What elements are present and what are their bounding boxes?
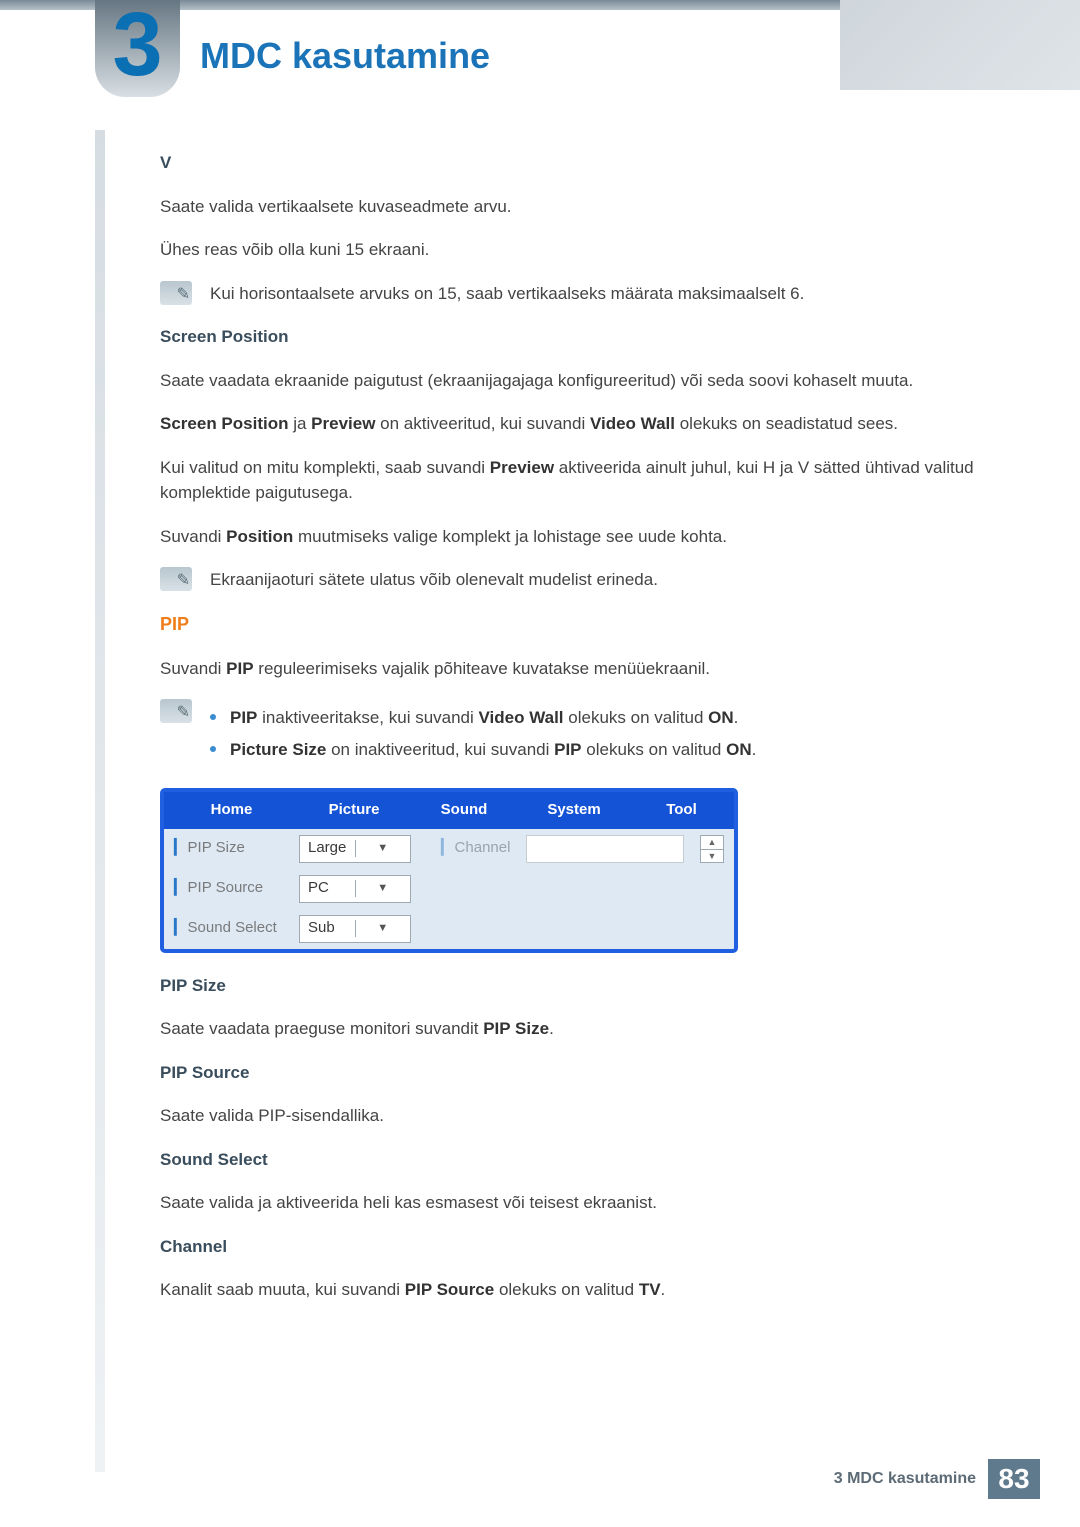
note-icon [160,567,192,591]
heading-screen-position: Screen Position [160,324,980,350]
heading-channel: Channel [160,1234,980,1260]
page: 3 MDC kasutamine V Saate valida vertikaa… [0,0,1080,1527]
label-pip-source: PIP Source [174,877,289,900]
chapter-title: MDC kasutamine [200,35,490,77]
select-sound-select[interactable]: Sub▼ [299,915,411,943]
note-icon [160,281,192,305]
body-text: Saate valida vertikaalsete kuvaseadmete … [160,194,980,220]
footer: 3 MDC kasutamine 83 [834,1459,1040,1499]
body-text: Kui valitud on mitu komplekti, saab suva… [160,455,980,506]
bullet: Picture Size on inaktiveeritud, kui suva… [210,737,980,763]
select-pip-size[interactable]: Large▼ [299,835,411,863]
body-text: Suvandi PIP reguleerimiseks vajalik põhi… [160,656,980,682]
section-pip: PIP [160,611,980,638]
body-text: Suvandi Position muutmiseks valige kompl… [160,524,980,550]
chapter-badge: 3 [95,0,180,97]
footer-text: 3 MDC kasutamine [834,1470,988,1488]
chevron-down-icon: ▼ [355,880,411,897]
chevron-down-icon: ▼ [701,850,723,863]
note: Kui horisontaalsete arvuks on 15, saab v… [160,281,980,307]
content: V Saate valida vertikaalsete kuvaseadmet… [160,150,980,1303]
tab-tool[interactable]: Tool [629,792,734,829]
note: Ekraanijaoturi sätete ulatus võib olenev… [160,567,980,593]
body-text: Saate vaadata praeguse monitori suvandit… [160,1016,980,1042]
chevron-up-icon: ▲ [701,836,723,850]
note-icon [160,699,192,723]
tab-sound[interactable]: Sound [409,792,519,829]
tab-picture[interactable]: Picture [299,792,409,829]
page-header: 3 MDC kasutamine [0,0,1080,130]
bullet: PIP inaktiveeritakse, kui suvandi Video … [210,705,980,731]
tab-home[interactable]: Home [164,792,299,829]
select-pip-source[interactable]: PC▼ [299,875,411,903]
note-text: Kui horisontaalsete arvuks on 15, saab v… [210,281,804,307]
tab-bar: Home Picture Sound System Tool [164,792,734,829]
note: PIP inaktiveeritakse, kui suvandi Video … [160,699,980,768]
body-text: Ühes reas võib olla kuni 15 ekraani. [160,237,980,263]
body-text: Kanalit saab muuta, kui suvandi PIP Sour… [160,1277,980,1303]
chevron-down-icon: ▼ [355,920,411,937]
label-pip-size: PIP Size [174,837,289,860]
body-text: Screen Position ja Preview on aktiveerit… [160,411,980,437]
ui-figure: Home Picture Sound System Tool PIP Size … [160,788,738,953]
tab-system[interactable]: System [519,792,629,829]
body-text: Saate valida PIP-sisendallika. [160,1103,980,1129]
body-text: Saate valida ja aktiveerida heli kas esm… [160,1190,980,1216]
heading-pip-source: PIP Source [160,1060,980,1086]
heading-sound-select: Sound Select [160,1147,980,1173]
chevron-down-icon: ▼ [355,840,411,857]
body-text: Saate vaadata ekraanide paigutust (ekraa… [160,368,980,394]
page-number: 83 [988,1459,1040,1499]
heading-v: V [160,150,980,176]
input-channel[interactable] [526,835,684,863]
heading-pip-size: PIP Size [160,973,980,999]
note-text: Ekraanijaoturi sätete ulatus võib olenev… [210,567,658,593]
label-sound-select: Sound Select [174,917,289,940]
label-channel: Channel [441,837,510,860]
chapter-number: 3 [112,0,162,90]
spinner-channel[interactable]: ▲▼ [700,835,724,863]
